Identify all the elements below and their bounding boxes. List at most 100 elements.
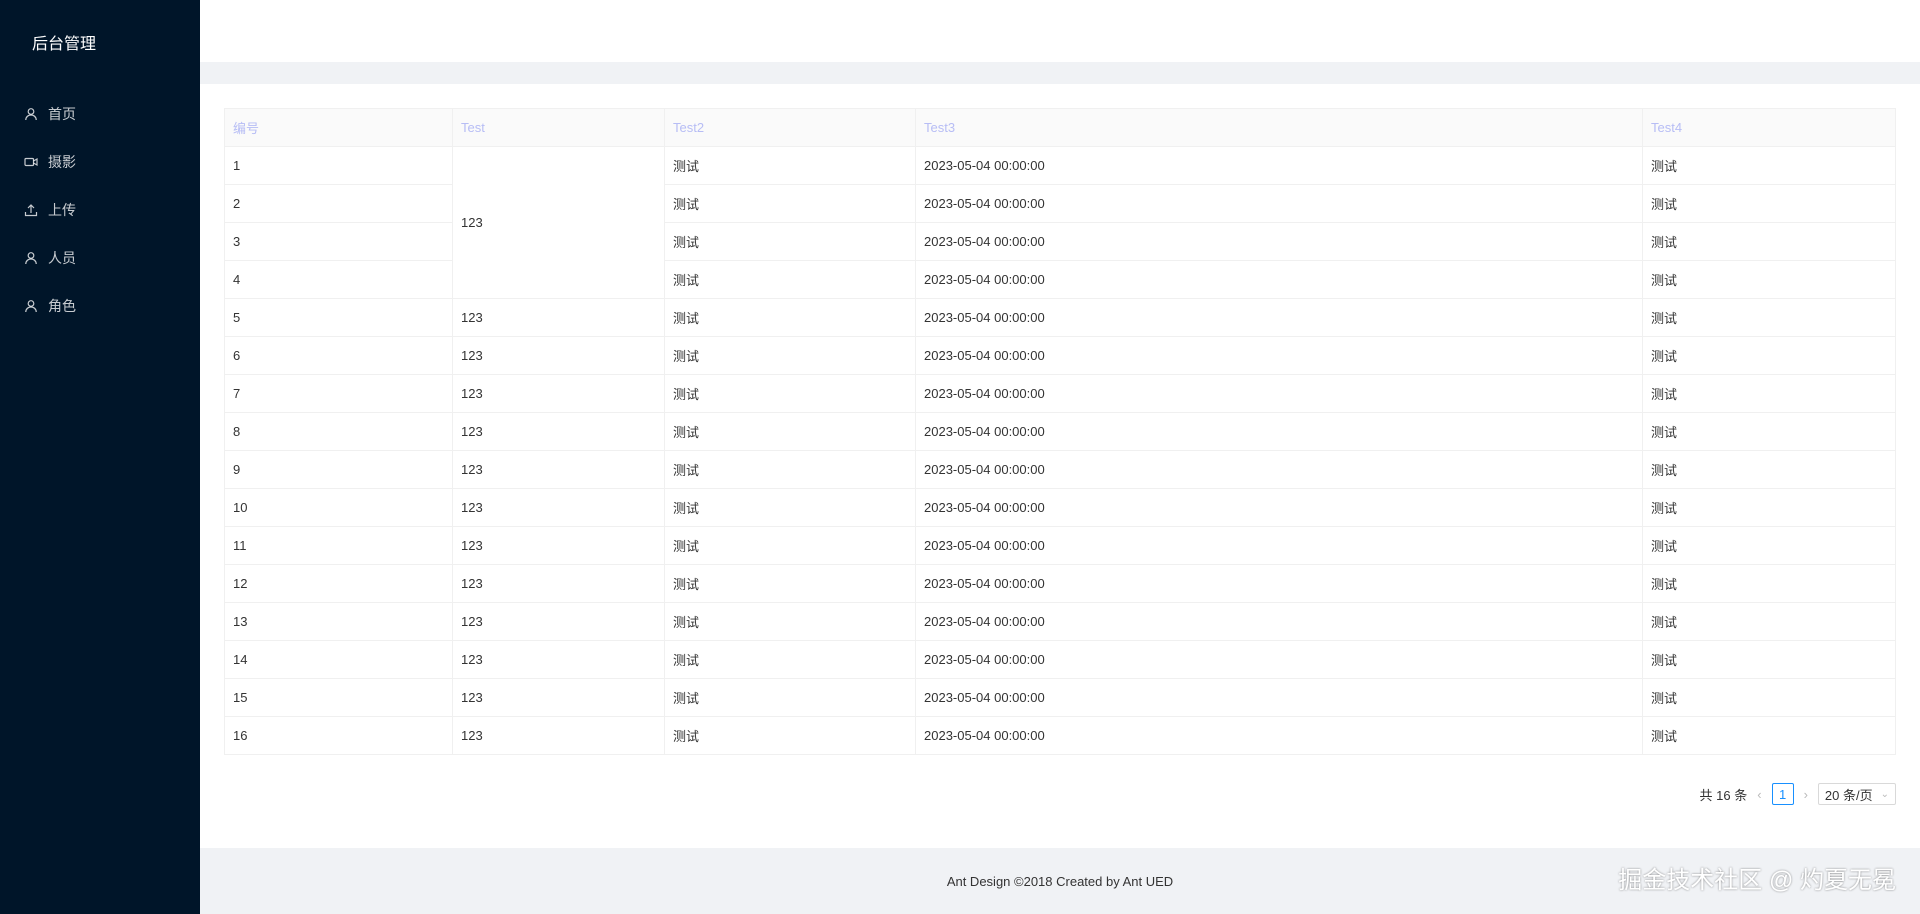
cell-test: 123 bbox=[452, 298, 665, 337]
cell-test4: 测试 bbox=[1642, 602, 1896, 641]
cell-test3: 2023-05-04 00:00:00 bbox=[915, 602, 1643, 641]
table-row: 7 123 测试 2023-05-04 00:00:00 测试 bbox=[224, 374, 1896, 413]
table-row: 13 123 测试 2023-05-04 00:00:00 测试 bbox=[224, 602, 1896, 641]
cell-test2: 测试 bbox=[664, 412, 916, 451]
upload-icon bbox=[24, 203, 38, 217]
sidebar-item-label: 首页 bbox=[48, 106, 76, 122]
cell-test3: 2023-05-04 00:00:00 bbox=[915, 716, 1643, 755]
cell-test4: 测试 bbox=[1642, 336, 1896, 375]
cell-test3: 2023-05-04 00:00:00 bbox=[915, 678, 1643, 717]
table-header-row: 编号 Test Test2 Test3 Test4 bbox=[224, 108, 1896, 147]
video-camera-icon bbox=[24, 155, 38, 169]
cell-test3: 2023-05-04 00:00:00 bbox=[915, 298, 1643, 337]
chevron-down-icon: ⌄ bbox=[1880, 788, 1889, 800]
column-header-test3[interactable]: Test3 bbox=[915, 108, 1643, 147]
cell-test: 123 bbox=[452, 602, 665, 641]
cell-test4: 测试 bbox=[1642, 374, 1896, 413]
column-header-test[interactable]: Test bbox=[452, 108, 665, 147]
app-title: 后台管理 bbox=[32, 36, 97, 53]
cell-test2: 测试 bbox=[664, 716, 916, 755]
user-icon bbox=[24, 299, 38, 313]
next-page-icon[interactable]: › bbox=[1804, 787, 1808, 802]
cell-id: 3 bbox=[224, 222, 453, 261]
table-row: 11 123 测试 2023-05-04 00:00:00 测试 bbox=[224, 526, 1896, 565]
cell-id: 8 bbox=[224, 412, 453, 451]
table-row: 10 123 测试 2023-05-04 00:00:00 测试 bbox=[224, 488, 1896, 527]
cell-test2: 测试 bbox=[664, 564, 916, 603]
column-header-test4[interactable]: Test4 bbox=[1642, 108, 1896, 147]
cell-test: 123 bbox=[452, 640, 665, 679]
cell-test: 123 bbox=[452, 146, 665, 299]
cell-test4: 测试 bbox=[1642, 412, 1896, 451]
column-header-id[interactable]: 编号 bbox=[224, 108, 453, 147]
cell-test2: 测试 bbox=[664, 602, 916, 641]
data-table: 编号 Test Test2 Test3 Test4 1 123 测试 2023-05-… bbox=[224, 108, 1896, 755]
main-content: 编号 Test Test2 Test3 Test4 1 123 测试 2023-05-… bbox=[200, 84, 1920, 848]
cell-test2: 测试 bbox=[664, 640, 916, 679]
sidebar-menu: 首页 摄影 上传 人员 角色 bbox=[0, 90, 200, 330]
page-size-value: 20 条/页 bbox=[1824, 787, 1873, 803]
table-body: 1 123 测试 2023-05-04 00:00:00 测试 2 测试 2023-05-04… bbox=[224, 146, 1896, 755]
cell-test2: 测试 bbox=[664, 146, 916, 185]
cell-id: 7 bbox=[224, 374, 453, 413]
cell-test: 123 bbox=[452, 488, 665, 527]
cell-id: 1 bbox=[224, 146, 453, 185]
page-number-button[interactable]: 1 bbox=[1771, 783, 1794, 805]
cell-test: 123 bbox=[452, 678, 665, 717]
table-row: 6 123 测试 2023-05-04 00:00:00 测试 bbox=[224, 336, 1896, 375]
cell-test: 123 bbox=[452, 374, 665, 413]
prev-page-icon[interactable]: ‹ bbox=[1757, 787, 1761, 802]
sidebar-item-home[interactable]: 首页 bbox=[0, 90, 200, 138]
cell-test4: 测试 bbox=[1642, 640, 1896, 679]
cell-test: 123 bbox=[452, 716, 665, 755]
cell-test2: 测试 bbox=[664, 678, 916, 717]
sidebar-item-upload[interactable]: 上传 bbox=[0, 186, 200, 234]
cell-test3: 2023-05-04 00:00:00 bbox=[915, 450, 1643, 489]
cell-test: 123 bbox=[452, 564, 665, 603]
cell-id: 12 bbox=[224, 564, 453, 603]
cell-test3: 2023-05-04 00:00:00 bbox=[915, 146, 1643, 185]
cell-test4: 测试 bbox=[1642, 488, 1896, 527]
sidebar-item-role[interactable]: 角色 bbox=[0, 282, 200, 330]
cell-test2: 测试 bbox=[664, 488, 916, 527]
cell-test3: 2023-05-04 00:00:00 bbox=[915, 640, 1643, 679]
cell-test: 123 bbox=[452, 336, 665, 375]
cell-test2: 测试 bbox=[664, 260, 916, 299]
cell-test4: 测试 bbox=[1642, 450, 1896, 489]
cell-test3: 2023-05-04 00:00:00 bbox=[915, 260, 1643, 299]
cell-test4: 测试 bbox=[1642, 678, 1896, 717]
cell-test3: 2023-05-04 00:00:00 bbox=[915, 374, 1643, 413]
cell-test3: 2023-05-04 00:00:00 bbox=[915, 222, 1643, 261]
sidebar-item-photography[interactable]: 摄影 bbox=[0, 138, 200, 186]
user-icon bbox=[24, 251, 38, 265]
sidebar-item-personnel[interactable]: 人员 bbox=[0, 234, 200, 282]
page-size-select[interactable]: 20 条/页 ⌄ bbox=[1817, 783, 1896, 805]
cell-test: 123 bbox=[452, 412, 665, 451]
sidebar: 后台管理 首页 摄影 上传 人员 角色 bbox=[0, 0, 200, 914]
cell-test4: 测试 bbox=[1642, 526, 1896, 565]
table-row: 15 123 测试 2023-05-04 00:00:00 测试 bbox=[224, 678, 1896, 717]
sidebar-item-label: 人员 bbox=[48, 250, 76, 266]
column-header-test2[interactable]: Test2 bbox=[664, 108, 916, 147]
cell-id: 4 bbox=[224, 260, 453, 299]
cell-test2: 测试 bbox=[664, 298, 916, 337]
footer-text: Ant Design ©2018 Created by Ant UED bbox=[946, 873, 1174, 889]
cell-id: 9 bbox=[224, 450, 453, 489]
cell-id: 2 bbox=[224, 184, 453, 223]
table-row: 14 123 测试 2023-05-04 00:00:00 测试 bbox=[224, 640, 1896, 679]
table-row: 1 123 测试 2023-05-04 00:00:00 测试 bbox=[224, 146, 1896, 299]
table-row: 9 123 测试 2023-05-04 00:00:00 测试 bbox=[224, 450, 1896, 489]
sidebar-item-label: 摄影 bbox=[48, 154, 76, 170]
cell-id: 10 bbox=[224, 488, 453, 527]
cell-test3: 2023-05-04 00:00:00 bbox=[915, 564, 1643, 603]
table-row: 5 123 测试 2023-05-04 00:00:00 测试 bbox=[224, 298, 1896, 337]
pagination: 共 16 条 ‹ 1 › 20 条/页 ⌄ bbox=[1700, 783, 1896, 805]
cell-test: 123 bbox=[452, 526, 665, 565]
user-icon bbox=[24, 107, 38, 121]
cell-test3: 2023-05-04 00:00:00 bbox=[915, 336, 1643, 375]
cell-test2: 测试 bbox=[664, 336, 916, 375]
cell-test3: 2023-05-04 00:00:00 bbox=[915, 184, 1643, 223]
cell-test4: 测试 bbox=[1642, 184, 1896, 223]
cell-test4: 测试 bbox=[1642, 146, 1896, 185]
cell-id: 11 bbox=[224, 526, 453, 565]
